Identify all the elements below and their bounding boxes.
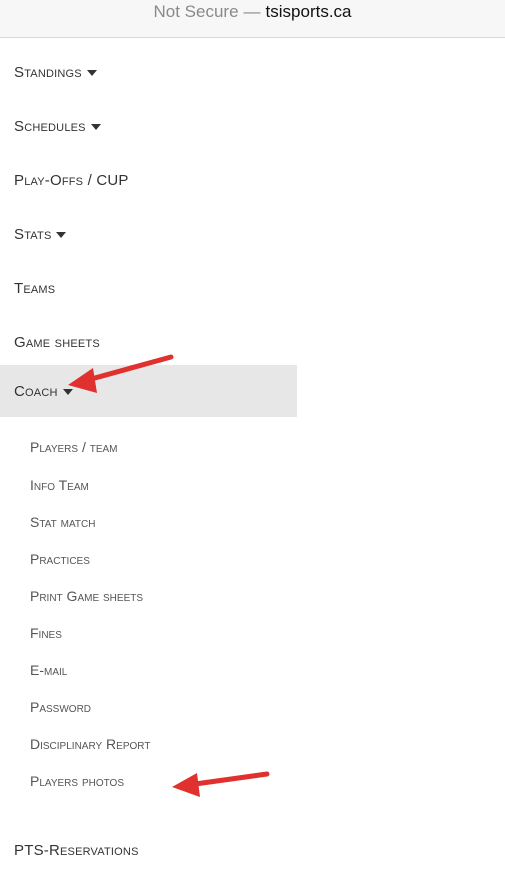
caret-down-icon <box>86 70 97 76</box>
submenu-item-label: Disciplinary Report <box>30 736 151 752</box>
menu-item-coach[interactable]: Coach <box>0 365 297 417</box>
caret-down-icon <box>90 124 101 130</box>
submenu-item-players-team[interactable]: Players / team <box>0 432 505 462</box>
menu-item-standings[interactable]: Standings <box>0 46 505 98</box>
menu-item-label: Coach <box>14 382 58 400</box>
menu-item-label: Game sheets <box>14 333 100 351</box>
submenu-item-disciplinary-report[interactable]: Disciplinary Report <box>0 729 505 759</box>
menu-item-label: Standings <box>14 63 82 81</box>
url-separator: — <box>243 2 261 21</box>
submenu-item-label: E-mail <box>30 662 68 678</box>
submenu-item-password[interactable]: Password <box>0 692 505 722</box>
submenu-item-label: Password <box>30 699 92 715</box>
menu-item-label: Teams <box>14 279 56 297</box>
menu-item-stats[interactable]: Stats <box>0 208 505 260</box>
submenu-item-info-team[interactable]: Info Team <box>0 470 505 500</box>
menu-item-label: Play-Offs / CUP <box>14 171 129 189</box>
submenu-item-fines[interactable]: Fines <box>0 618 505 648</box>
menu-item-schedules[interactable]: Schedules <box>0 100 505 152</box>
submenu-item-email[interactable]: E-mail <box>0 655 505 685</box>
security-label: Not Secure <box>153 2 239 21</box>
submenu-item-label: Players photos <box>30 773 124 789</box>
menu-item-game-sheets[interactable]: Game sheets <box>0 316 505 368</box>
submenu-item-practices[interactable]: Practices <box>0 544 505 574</box>
submenu-item-stat-match[interactable]: Stat match <box>0 507 505 537</box>
menu-item-pts-reservations[interactable]: PTS-Reservations <box>0 824 505 876</box>
submenu-item-print-game-sheets[interactable]: Print Game sheets <box>0 581 505 611</box>
menu-item-label: Stats <box>14 225 52 243</box>
browser-url-bar[interactable]: Not Secure — tsisports.ca <box>0 0 505 38</box>
url-domain: tsisports.ca <box>265 2 352 21</box>
submenu-item-label: Print Game sheets <box>30 588 144 604</box>
submenu-item-label: Fines <box>30 625 62 641</box>
menu-item-label: PTS-Reservations <box>14 841 139 859</box>
submenu-item-label: Practices <box>30 551 90 567</box>
submenu-item-label: Info Team <box>30 477 89 493</box>
menu-item-playoffs-cup[interactable]: Play-Offs / CUP <box>0 154 505 206</box>
menu-item-teams[interactable]: Teams <box>0 262 505 314</box>
caret-down-icon <box>56 232 67 238</box>
submenu-item-label: Players / team <box>30 439 118 455</box>
menu-item-label: Schedules <box>14 117 86 135</box>
submenu-item-label: Stat match <box>30 514 96 530</box>
caret-down-icon <box>62 389 73 395</box>
submenu-item-players-photos[interactable]: Players photos <box>0 766 505 796</box>
